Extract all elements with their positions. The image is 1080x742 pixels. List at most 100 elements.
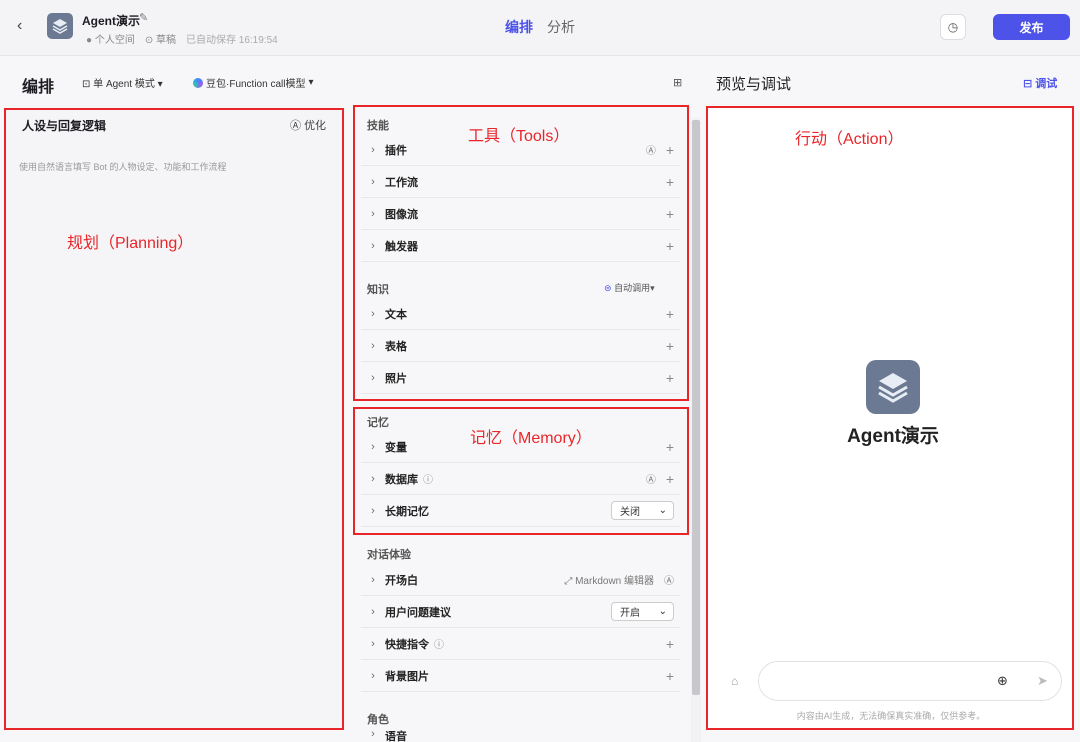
tools-label: 工具（Tools） [468,128,570,145]
auto-call-icon: ⊜ [604,283,612,293]
app-name: Agent演示 [82,14,140,28]
memory-label: 记忆（Memory） [470,430,592,447]
caret-down-icon: ▾ [650,283,655,293]
nav-tabs: 编排 分析 [505,17,575,37]
chevron-down-icon: ⌄ [658,505,667,516]
chevron-right-icon: › [371,307,375,320]
knowledge-photo[interactable]: › 照片 + [361,362,680,394]
app-meta: ● 个人空间 ⊙ 草稿 已自动保存 16:19:54 [86,31,278,46]
add-icon[interactable]: + [666,174,674,190]
chevron-down-icon: ⌄ [658,606,667,617]
draft-icon: ⊙ [144,35,154,46]
clear-icon[interactable]: ⌂ [731,674,738,688]
debug-icon: ⊟ [1023,78,1033,90]
history-button[interactable]: ◷ [940,14,966,40]
user-icon: ● [86,35,93,46]
agent-mode-select[interactable]: ⊡ 单 Agent 模式 ▾ [82,75,163,90]
chevron-right-icon: › [371,669,375,682]
add-icon[interactable]: + [666,439,674,455]
chevron-right-icon: › [371,239,375,252]
layers-icon [878,373,908,403]
dialog-shortcuts[interactable]: › 快捷指令 ⓘ + [361,628,680,660]
tab-analyze[interactable]: 分析 [547,17,575,37]
chevron-right-icon: › [371,472,375,485]
chevron-right-icon: › [371,504,375,517]
history-icon: ◷ [947,20,959,34]
planning-label: 规划（Planning） [67,235,194,252]
skill-workflow[interactable]: › 工作流 + [361,166,680,198]
memory-database[interactable]: › 数据库 ⓘ Ⓐ + [361,463,680,495]
chevron-right-icon: › [371,175,375,188]
preview-title: 预览与调试 [716,76,792,93]
add-icon[interactable]: + [666,668,674,684]
dialog-suggestions[interactable]: › 用户问题建议 开启 ⌄ [361,596,680,628]
knowledge-table[interactable]: › 表格 + [361,330,680,362]
add-icon[interactable]: + [666,238,674,254]
role-voice[interactable]: › 语音 [361,728,680,742]
scrollbar[interactable] [692,120,700,695]
add-icon[interactable]: + [666,370,674,386]
layout-grid-icon[interactable]: ⊞ [673,76,682,89]
add-icon[interactable]: + [666,636,674,652]
add-icon[interactable]: + [666,306,674,322]
add-icon[interactable]: + [666,471,674,487]
dialog-opening[interactable]: › 开场白 ⤢ Markdown 编辑器 Ⓐ [361,564,680,596]
bot-name: Agent演示 [847,426,939,447]
mode-icon: ⊡ [82,79,91,90]
model-select[interactable]: 豆包·Function call模型 ▾ [193,75,314,90]
send-icon[interactable]: ➤ [1037,673,1048,689]
optimize-button[interactable]: Ⓐ 优化 [290,117,326,133]
long-term-memory-select[interactable]: 关闭 ⌄ [611,501,674,520]
chevron-right-icon: › [371,605,375,618]
add-attachment-icon[interactable]: ⊕ [997,673,1008,689]
back-icon[interactable]: ‹ [17,17,22,35]
disclaimer: 内容由AI生成，无法确保真实准确，仅供参考。 [796,711,986,721]
expand-icon: ⤢ [564,576,573,587]
chevron-right-icon: › [371,207,375,220]
skill-imageflow[interactable]: › 图像流 + [361,198,680,230]
chevron-right-icon: › [371,440,375,453]
chevron-right-icon: › [371,143,375,156]
add-icon[interactable]: + [666,142,674,158]
ai-icon[interactable]: Ⓐ [646,471,656,486]
app-logo [47,13,73,39]
chevron-right-icon: › [371,637,375,650]
chevron-right-icon: › [371,371,375,384]
bot-avatar [866,360,920,414]
persona-input[interactable]: 使用自然语言填写 Bot 的人物设定、功能和工作流程 [19,160,227,173]
space-label: ● 个人空间 [86,35,135,46]
dialog-background[interactable]: › 背景图片 + [361,660,680,692]
skill-trigger[interactable]: › 触发器 + [361,230,680,262]
status-label: ⊙ 草稿 [144,35,176,46]
persona-title: 人设与回复逻辑 [22,119,107,133]
knowledge-heading: 知识 [367,284,389,296]
dialog-heading: 对话体验 [367,549,411,561]
ai-icon[interactable]: Ⓐ [646,142,656,157]
memory-longterm[interactable]: › 长期记忆 关闭 ⌄ [361,495,680,527]
memory-heading: 记忆 [367,417,389,429]
publish-button[interactable]: 发布 [993,14,1070,40]
chat-input[interactable] [758,661,1062,701]
caret-down-icon: ▾ [157,79,163,90]
auto-call-select[interactable]: ⊜ 自动调用▾ [604,281,655,294]
add-icon[interactable]: + [666,338,674,354]
preview-panel [708,106,1074,730]
role-heading: 角色 [367,714,389,726]
add-icon[interactable]: + [666,206,674,222]
ai-icon[interactable]: Ⓐ [664,572,674,587]
info-icon[interactable]: ⓘ [423,471,433,486]
debug-button[interactable]: ⊟ 调试 [1023,75,1057,91]
chevron-right-icon: › [371,339,375,352]
suggestion-select[interactable]: 开启 ⌄ [611,602,674,621]
info-icon[interactable]: ⓘ [434,636,444,651]
edit-icon[interactable]: ✎ [139,11,148,24]
knowledge-text[interactable]: › 文本 + [361,298,680,330]
tab-arrange[interactable]: 编排 [505,17,533,37]
skills-heading: 技能 [367,120,389,132]
markdown-editor-link[interactable]: ⤢ Markdown 编辑器 [564,572,654,587]
model-icon [193,77,203,88]
editor-title: 编排 [22,79,55,96]
chevron-right-icon: › [371,728,375,740]
saved-time: 已自动保存 16:19:54 [186,35,278,46]
caret-down-icon: ▾ [308,77,314,88]
